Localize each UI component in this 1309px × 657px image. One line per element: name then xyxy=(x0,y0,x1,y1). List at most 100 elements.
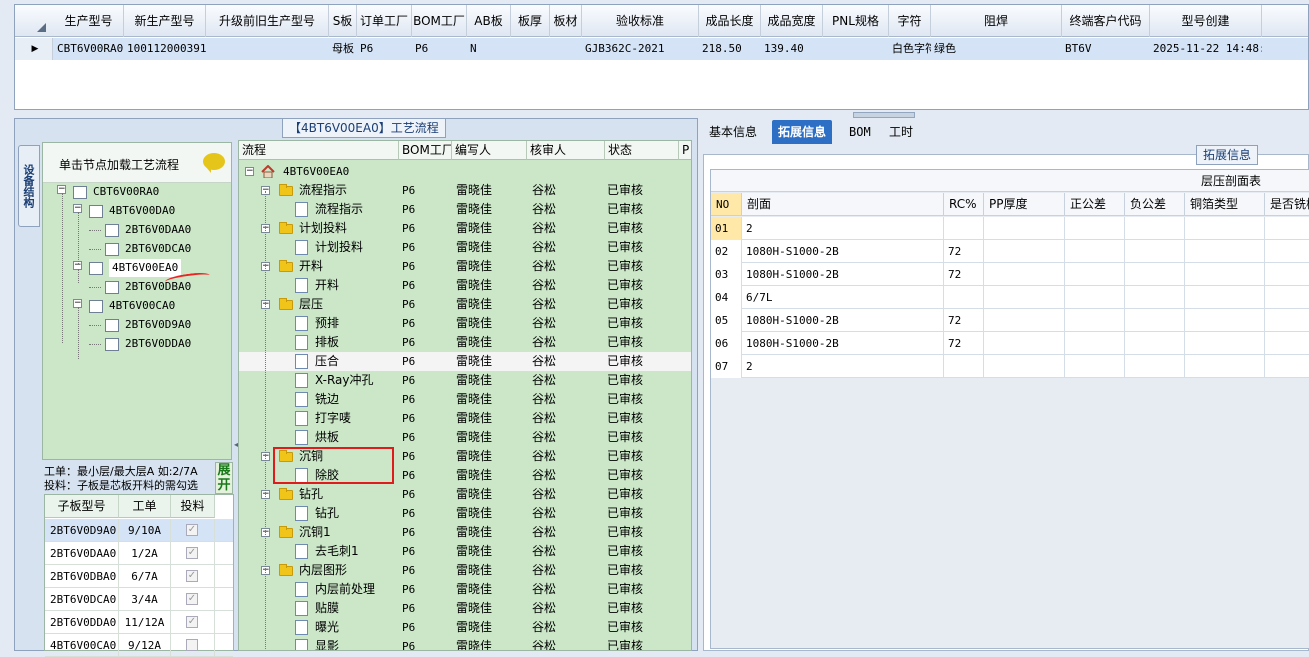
flow-header[interactable]: 核审人 xyxy=(527,141,605,160)
lam-row[interactable]: 01 2 xyxy=(711,217,1309,240)
flow-header[interactable]: 编写人 xyxy=(452,141,527,160)
tab-3[interactable]: 工时 xyxy=(883,120,919,144)
col-header[interactable]: 新生产型号 xyxy=(124,5,206,37)
product-grid-header: 生产型号 新生产型号 升级前旧生产型号 S板 订单工厂 BOM工厂 AB板 板厚 板材 验收标准成… xyxy=(15,5,1308,37)
tab-1[interactable]: 拓展信息 xyxy=(772,120,833,144)
flow-row[interactable]: 显影 P6 雷晓佳 谷松 已审核 xyxy=(239,637,691,650)
lam-row[interactable]: 04 6/7L xyxy=(711,286,1309,309)
flow-row[interactable]: 钻孔 P6 雷晓佳 谷松 已审核 xyxy=(239,504,691,523)
lam-header[interactable]: 剖面 xyxy=(742,193,944,216)
flow-row[interactable]: 曝光 P6 雷晓佳 谷松 已审核 xyxy=(239,618,691,637)
flow-row[interactable]: 打字唛 P6 雷晓佳 谷松 已审核 xyxy=(239,409,691,428)
tab-0[interactable]: 基本信息 xyxy=(703,120,763,144)
flow-row[interactable]: − 钻孔 P6 雷晓佳 谷松 已审核 xyxy=(239,485,691,504)
expand-button[interactable]: 展开 xyxy=(215,462,233,494)
sub-grid-header[interactable]: 工单 xyxy=(119,495,171,518)
feed-checkbox[interactable]: ✓ xyxy=(186,570,198,582)
feed-checkbox[interactable]: ✓ xyxy=(186,547,198,559)
sub-grid-row[interactable]: 2BT6V0DDA0 11/12A ✓ xyxy=(45,611,233,634)
flow-root-row[interactable]: − 4BT6V00EA0 xyxy=(239,162,691,181)
tree-node-label: 4BT6V00CA0 xyxy=(109,299,176,312)
flow-row[interactable]: 去毛刺1 P6 雷晓佳 谷松 已审核 xyxy=(239,542,691,561)
col-header[interactable]: 验收标准 xyxy=(582,5,699,37)
lam-rc-cell: 72 xyxy=(944,332,984,355)
feed-checkbox[interactable]: ✓ xyxy=(186,524,198,536)
col-header[interactable]: AB板 xyxy=(467,5,511,37)
col-header[interactable]: PNL规格 xyxy=(823,5,889,37)
feed-checkbox[interactable] xyxy=(186,639,198,651)
sub-grid-row[interactable]: 4BT6V00CA0 9/12A xyxy=(45,634,233,657)
select-all-corner-icon[interactable] xyxy=(37,23,46,32)
sub-grid-row[interactable]: 2BT6V0DCA0 3/4A ✓ xyxy=(45,588,233,611)
flow-row[interactable]: − 层压 P6 雷晓佳 谷松 已审核 xyxy=(239,295,691,314)
lam-row[interactable]: 03 1080H-S1000-2B 72 xyxy=(711,263,1309,286)
folder-icon xyxy=(279,184,293,196)
col-header[interactable]: 成品长度 xyxy=(699,5,761,37)
col-header[interactable]: 终端客户代码 xyxy=(1062,5,1150,37)
flow-header[interactable]: BOM工厂 xyxy=(399,141,452,160)
flow-row[interactable]: − 开料 P6 雷晓佳 谷松 已审核 xyxy=(239,257,691,276)
flow-row[interactable]: − 流程指示 P6 雷晓佳 谷松 已审核 xyxy=(239,181,691,200)
lam-header[interactable]: 负公差 xyxy=(1125,193,1185,216)
lam-header[interactable]: PP厚度 xyxy=(984,193,1065,216)
lam-row[interactable]: 05 1080H-S1000-2B 72 xyxy=(711,309,1309,332)
lam-row[interactable]: 06 1080H-S1000-2B 72 xyxy=(711,332,1309,355)
writer-cell: 雷晓佳 xyxy=(456,582,493,596)
lam-row[interactable]: 07 2 xyxy=(711,355,1309,378)
lam-header[interactable]: 正公差 xyxy=(1065,193,1125,216)
flow-row[interactable]: 预排 P6 雷晓佳 谷松 已审核 xyxy=(239,314,691,333)
flow-row[interactable]: 计划投料 P6 雷晓佳 谷松 已审核 xyxy=(239,238,691,257)
col-header[interactable]: S板 xyxy=(329,5,357,37)
sub-model-cell: 2BT6V0D9A0 xyxy=(45,519,119,542)
col-header[interactable]: BOM工厂 xyxy=(412,5,467,37)
side-tab-structure[interactable]: 设备结构 xyxy=(18,145,40,227)
flow-header[interactable]: 流程 xyxy=(239,141,399,160)
col-header[interactable]: 阻焊 xyxy=(931,5,1062,37)
col-header[interactable]: 板材 xyxy=(550,5,582,37)
flow-row[interactable]: 压合 P6 雷晓佳 谷松 已审核 xyxy=(239,352,691,371)
flow-row[interactable]: 铣边 P6 雷晓佳 谷松 已审核 xyxy=(239,390,691,409)
step-group-label: 钻孔 xyxy=(299,487,324,501)
flow-row[interactable]: X-Ray冲孔 P6 雷晓佳 谷松 已审核 xyxy=(239,371,691,390)
expand-toggle-icon[interactable]: − xyxy=(245,167,254,176)
tab-2[interactable]: BOM xyxy=(843,120,877,144)
flow-row[interactable]: − 计划投料 P6 雷晓佳 谷松 已审核 xyxy=(239,219,691,238)
sub-grid-row[interactable]: 2BT6V0D9A0 9/10A ✓ xyxy=(45,519,233,542)
flow-header[interactable]: 状态 xyxy=(605,141,679,160)
lam-header[interactable]: 是否铣槽 xyxy=(1265,193,1309,216)
sub-grid-header[interactable]: 子板型号 xyxy=(45,495,119,518)
tree-node-label: 2BT6V0DAA0 xyxy=(125,223,192,236)
sub-grid-header[interactable]: 投料 xyxy=(171,495,215,518)
sub-grid-row[interactable]: 2BT6V0DBA0 6/7A ✓ xyxy=(45,565,233,588)
col-header[interactable]: 型号创建 xyxy=(1150,5,1262,37)
flow-header[interactable]: P xyxy=(679,141,691,160)
col-header[interactable]: 升级前旧生产型号 xyxy=(206,5,329,37)
flow-row[interactable]: 贴膜 P6 雷晓佳 谷松 已审核 xyxy=(239,599,691,618)
col-header[interactable]: 生产型号 xyxy=(54,5,124,37)
writer-cell: 雷晓佳 xyxy=(456,221,493,235)
writer-cell: 雷晓佳 xyxy=(456,563,493,577)
flow-row[interactable]: 内层前处理 P6 雷晓佳 谷松 已审核 xyxy=(239,580,691,599)
flow-row[interactable]: 开料 P6 雷晓佳 谷松 已审核 xyxy=(239,276,691,295)
lam-header[interactable]: 铜箔类型 xyxy=(1185,193,1265,216)
col-header[interactable]: 字符 xyxy=(889,5,931,37)
flow-row[interactable]: 烘板 P6 雷晓佳 谷松 已审核 xyxy=(239,428,691,447)
lam-row[interactable]: 02 1080H-S1000-2B 72 xyxy=(711,240,1309,263)
flow-row[interactable]: 流程指示 P6 雷晓佳 谷松 已审核 xyxy=(239,200,691,219)
lam-no-cell: 03 xyxy=(711,263,742,286)
feed-checkbox[interactable]: ✓ xyxy=(186,616,198,628)
feed-checkbox[interactable]: ✓ xyxy=(186,593,198,605)
product-grid-row[interactable]: ▶ CBT6V00RA010011200039181 母板 P6 P6 N GJB362C… xyxy=(15,38,1308,60)
col-header[interactable]: 板厚 xyxy=(511,5,550,37)
flow-row[interactable]: 排板 P6 雷晓佳 谷松 已审核 xyxy=(239,333,691,352)
flow-row[interactable]: − 内层图形 P6 雷晓佳 谷松 已审核 xyxy=(239,561,691,580)
lam-header[interactable]: NO xyxy=(711,193,742,216)
col-header[interactable]: 成品宽度 xyxy=(761,5,823,37)
tree-connector xyxy=(89,249,101,250)
flow-row[interactable]: − 沉铜1 P6 雷晓佳 谷松 已审核 xyxy=(239,523,691,542)
sub-grid-row[interactable]: 2BT6V0DAA0 1/2A ✓ xyxy=(45,542,233,565)
lam-header[interactable]: RC% xyxy=(944,193,984,216)
folder-icon xyxy=(279,298,293,310)
col-header[interactable]: 订单工厂 xyxy=(357,5,412,37)
lam-empty-cell xyxy=(1065,355,1125,378)
